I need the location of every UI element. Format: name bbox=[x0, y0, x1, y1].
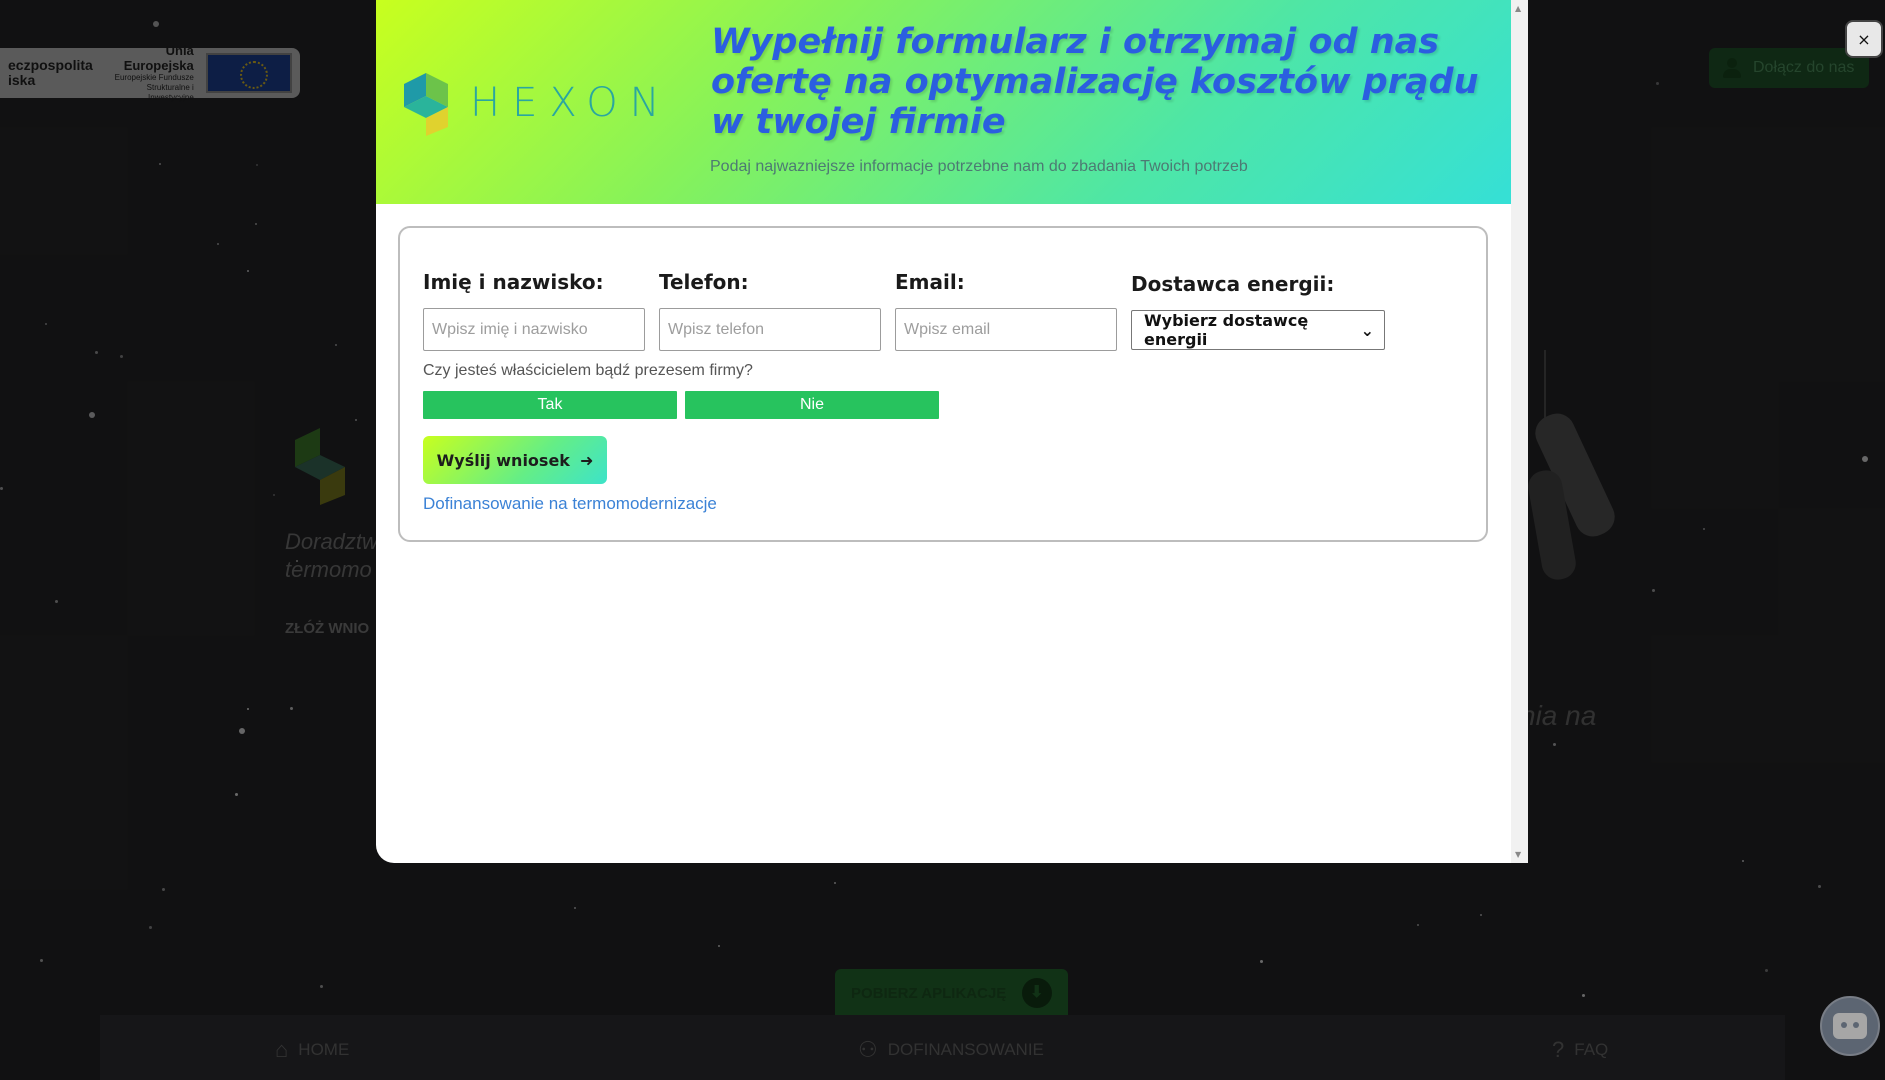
offer-form-modal: HEXON Wypełnij formularz i otrzymaj od n… bbox=[376, 0, 1528, 863]
phone-input[interactable] bbox=[659, 308, 881, 351]
supplier-label: Dostawca energii: bbox=[1131, 272, 1335, 296]
submit-button[interactable]: Wyślij wniosek ➜ bbox=[423, 436, 607, 484]
submit-label: Wyślij wniosek bbox=[436, 450, 570, 470]
arrow-right-icon: ➜ bbox=[579, 450, 594, 470]
hexon-wordmark: HEXON bbox=[470, 80, 672, 126]
supplier-select[interactable]: Wybierz dostawcę energii ⌄ bbox=[1131, 310, 1385, 350]
owner-question: Czy jesteś właścicielem bądź prezesem fi… bbox=[423, 362, 753, 379]
modal-scrollbar[interactable]: ▲ ▼ bbox=[1511, 0, 1528, 863]
scroll-up-icon[interactable]: ▲ bbox=[1515, 4, 1521, 13]
thermo-funding-link[interactable]: Dofinansowanie na termomodernizacje bbox=[423, 494, 717, 514]
modal-header: HEXON Wypełnij formularz i otrzymaj od n… bbox=[376, 0, 1511, 204]
modal-subline: Podaj najwazniejsze informacje potrzebne… bbox=[710, 158, 1248, 175]
modal-headline: Wypełnij formularz i otrzymaj od nas ofe… bbox=[711, 22, 1479, 142]
email-input[interactable] bbox=[895, 308, 1117, 351]
close-modal-button[interactable]: × bbox=[1845, 20, 1883, 58]
email-label: Email: bbox=[895, 270, 965, 294]
lead-form: Imię i nazwisko: Telefon: Email: Dostawc… bbox=[398, 226, 1488, 542]
yes-button[interactable]: Tak bbox=[423, 391, 677, 419]
hexon-logo-icon bbox=[404, 73, 448, 136]
hexon-logo: HEXON bbox=[400, 70, 672, 136]
name-input[interactable] bbox=[423, 308, 645, 351]
scroll-down-icon[interactable]: ▼ bbox=[1515, 850, 1521, 859]
supplier-selected-value: Wybierz dostawcę energii bbox=[1144, 311, 1309, 349]
phone-label: Telefon: bbox=[659, 270, 749, 294]
chevron-down-icon: ⌄ bbox=[1360, 320, 1374, 340]
name-label: Imię i nazwisko: bbox=[423, 270, 604, 294]
no-button[interactable]: Nie bbox=[685, 391, 939, 419]
